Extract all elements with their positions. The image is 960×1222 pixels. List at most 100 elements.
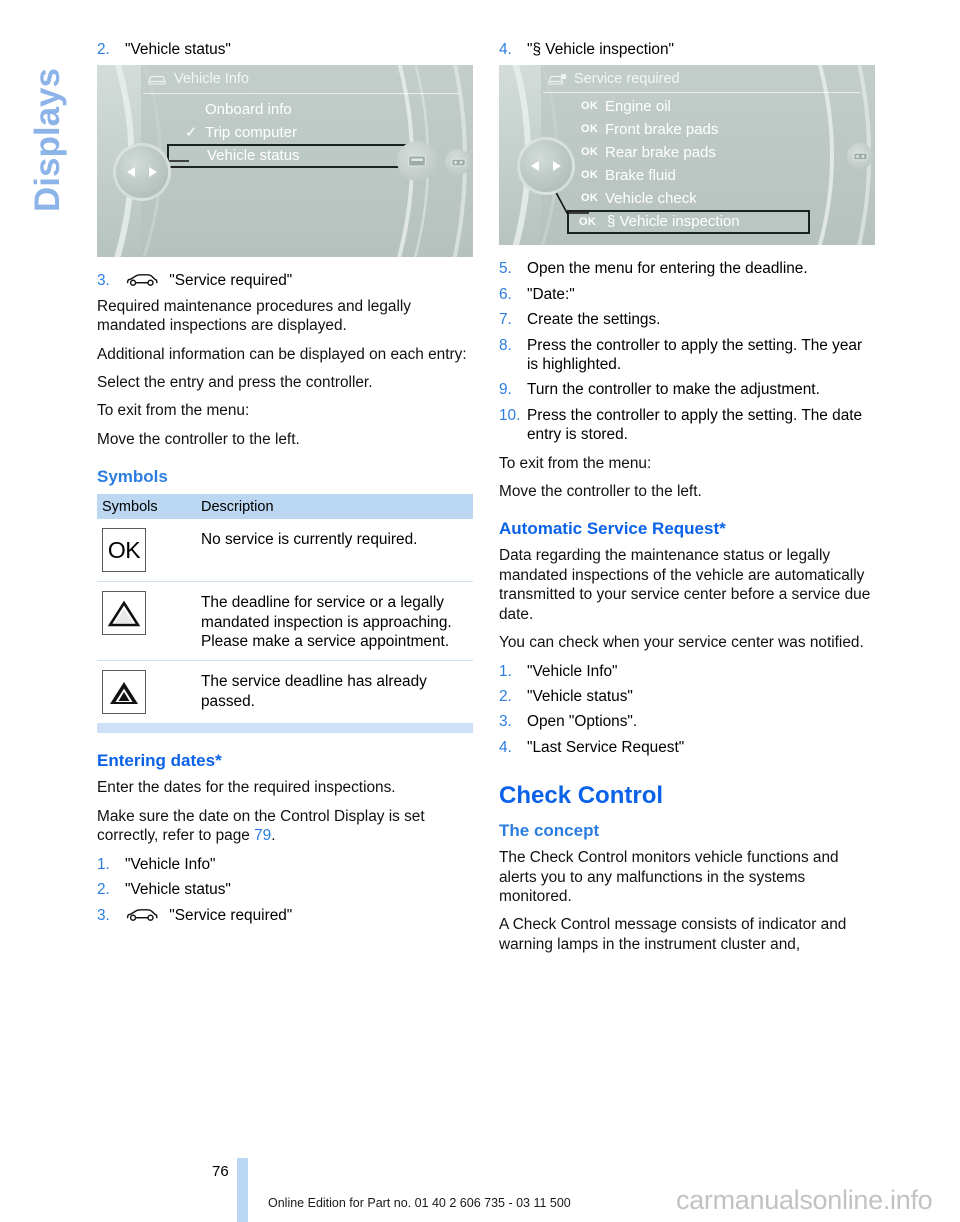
display-menu-item-selected[interactable]: Vehicle status bbox=[167, 144, 410, 169]
step-text: "Vehicle status" bbox=[125, 881, 231, 899]
left-column: 2. "Vehicle status" Vehicle Info Onboard… bbox=[97, 40, 473, 934]
step-number: 1. bbox=[97, 855, 110, 873]
arrow-right-icon bbox=[149, 167, 157, 178]
control-display-vehicle-info: Vehicle Info Onboard info ✓ Trip compute… bbox=[97, 65, 473, 258]
car-service-icon bbox=[548, 74, 567, 85]
display-title-divider bbox=[143, 93, 459, 95]
paragraph: The Check Control monitors vehicle funct… bbox=[499, 849, 839, 905]
step-number: 4. bbox=[499, 738, 512, 756]
step-number: 9. bbox=[499, 381, 512, 399]
table-header-row: Symbols Description bbox=[97, 494, 473, 520]
step-number: 4. bbox=[499, 41, 512, 58]
entering-dates-heading: Entering dates* bbox=[97, 751, 222, 771]
step-item: 6. "Date:" bbox=[499, 285, 875, 304]
page-number: 76 bbox=[212, 1163, 229, 1180]
arrow-left-icon bbox=[531, 161, 539, 172]
table-row: The deadline for service or a legally ma… bbox=[97, 582, 473, 662]
paragraph: Additional information can be displayed … bbox=[97, 345, 467, 363]
section-tab-displays: Displays bbox=[0, 0, 92, 300]
step-item: 2. "Vehicle status" bbox=[499, 687, 875, 706]
page-marker-bar bbox=[237, 1158, 248, 1222]
step-text: "Vehicle Info" bbox=[125, 855, 216, 873]
step-number: 3. bbox=[97, 272, 110, 290]
radio-icon bbox=[450, 158, 466, 167]
step-text: Open the menu for entering the deadline. bbox=[527, 260, 808, 278]
paragraph-text-end: . bbox=[271, 827, 276, 845]
ok-symbol-text: OK bbox=[107, 536, 141, 563]
display-menu-list: OK Engine oil OK Front brake pads OK Rea… bbox=[567, 95, 851, 235]
menu-item-label: Vehicle status bbox=[207, 147, 300, 165]
display-title-divider bbox=[543, 92, 861, 94]
paragraph: Enter the dates for the required inspect… bbox=[97, 779, 396, 797]
step-text: "Vehicle status" bbox=[527, 687, 633, 705]
paragraph: Move the controller to the left. bbox=[97, 430, 300, 448]
table-row: OK No service is currently required. bbox=[97, 519, 473, 583]
step-text: "§ Vehicle inspection" bbox=[527, 41, 674, 58]
display-menu-item[interactable]: OK Engine oil bbox=[581, 95, 851, 118]
step-text: Create the settings. bbox=[527, 311, 661, 329]
symbols-table: Symbols Description OK No service is cur… bbox=[97, 494, 473, 734]
step-number: 7. bbox=[499, 311, 512, 329]
paragraph: Data regarding the maintenance status or… bbox=[499, 547, 871, 623]
step-item: 1. "Vehicle Info" bbox=[499, 662, 875, 681]
display-title-text: Service required bbox=[574, 71, 680, 88]
display-menu-item[interactable]: OK Vehicle check bbox=[581, 187, 851, 210]
table-cell-description: The service deadline has already passed. bbox=[201, 673, 427, 710]
car-front-icon bbox=[148, 76, 166, 85]
table-row: The service deadline has already passed. bbox=[97, 661, 473, 725]
step-item: 3. "Service required" bbox=[97, 271, 473, 290]
controller-knob-icon bbox=[517, 137, 575, 196]
display-menu-item[interactable]: ✓ Trip computer bbox=[181, 121, 441, 144]
step-item: 9. Turn the controller to make the adjus… bbox=[499, 380, 875, 399]
step-item: 8. Press the controller to apply the set… bbox=[499, 336, 875, 375]
page-reference-link[interactable]: 79 bbox=[254, 827, 271, 844]
step-text: Turn the controller to make the adjustme… bbox=[527, 381, 820, 399]
cassette-icon bbox=[408, 155, 426, 167]
asr-steps: 1. "Vehicle Info" 2. "Vehicle status" 3.… bbox=[499, 662, 875, 758]
controller-knob-icon bbox=[113, 143, 171, 202]
arrow-right-icon bbox=[553, 161, 561, 172]
display-menu-item-selected[interactable]: OK § Vehicle inspection bbox=[567, 210, 810, 235]
paragraph: Required maintenance procedures and lega… bbox=[97, 297, 411, 335]
step-number: 5. bbox=[499, 260, 512, 278]
step-number: 10. bbox=[499, 406, 521, 424]
check-control-heading: Check Control bbox=[499, 782, 664, 810]
step-number: 2. bbox=[97, 881, 110, 899]
display-menu-item[interactable]: OK Front brake pads bbox=[581, 118, 851, 141]
display-menu-item[interactable]: OK Rear brake pads bbox=[581, 141, 851, 164]
display-menu-item[interactable]: Onboard info bbox=[181, 98, 441, 121]
site-watermark: carmanualsonline.info bbox=[676, 1185, 933, 1215]
step-text: "Vehicle status" bbox=[125, 41, 231, 58]
menu-item-label: Front brake pads bbox=[605, 121, 719, 139]
step-number: 8. bbox=[499, 336, 512, 354]
menu-item-label: Engine oil bbox=[605, 98, 671, 116]
paragraph: You can check when your service center w… bbox=[499, 634, 864, 652]
control-display-service-required: Service required OK Engine oil OK Front … bbox=[499, 65, 875, 246]
entering-dates-steps: 1. "Vehicle Info" 2. "Vehicle status" 3.… bbox=[97, 855, 473, 925]
step-item: 4. "§ Vehicle inspection" bbox=[499, 40, 875, 59]
deadline-steps: 5. Open the menu for entering the deadli… bbox=[499, 259, 875, 444]
step-item: 3. "Service required" bbox=[97, 906, 473, 925]
step-text: "Service required" bbox=[169, 272, 293, 290]
table-cell-description: No service is currently required. bbox=[201, 531, 418, 549]
column-header-symbols: Symbols bbox=[102, 498, 158, 515]
edition-footer-text: Online Edition for Part no. 01 40 2 606 … bbox=[268, 1196, 571, 1210]
step-number: 2. bbox=[499, 687, 512, 705]
step-item: 2. "Vehicle status" bbox=[97, 40, 473, 59]
display-title-text: Vehicle Info bbox=[174, 71, 249, 88]
ok-symbol-icon: OK bbox=[102, 528, 146, 573]
paragraph-with-page-ref: Make sure the date on the Control Displa… bbox=[97, 807, 473, 846]
step-text: "Last Service Request" bbox=[527, 738, 685, 756]
automatic-service-request-heading: Automatic Service Request* bbox=[499, 519, 726, 539]
warning-triangle-filled-icon bbox=[110, 681, 138, 704]
display-menu-item[interactable]: OK Brake fluid bbox=[581, 164, 851, 187]
step-number: 3. bbox=[499, 713, 512, 731]
paragraph: Move the controller to the left. bbox=[499, 483, 702, 501]
step-item: 3. Open "Options". bbox=[499, 712, 875, 731]
paragraph: To exit from the menu: bbox=[499, 454, 652, 472]
menu-item-label: Rear brake pads bbox=[605, 144, 716, 162]
display-title-bar: Vehicle Info bbox=[147, 71, 249, 87]
ok-status-badge: OK bbox=[581, 100, 599, 113]
ok-status-badge: OK bbox=[581, 146, 599, 159]
column-header-description: Description bbox=[201, 498, 274, 515]
